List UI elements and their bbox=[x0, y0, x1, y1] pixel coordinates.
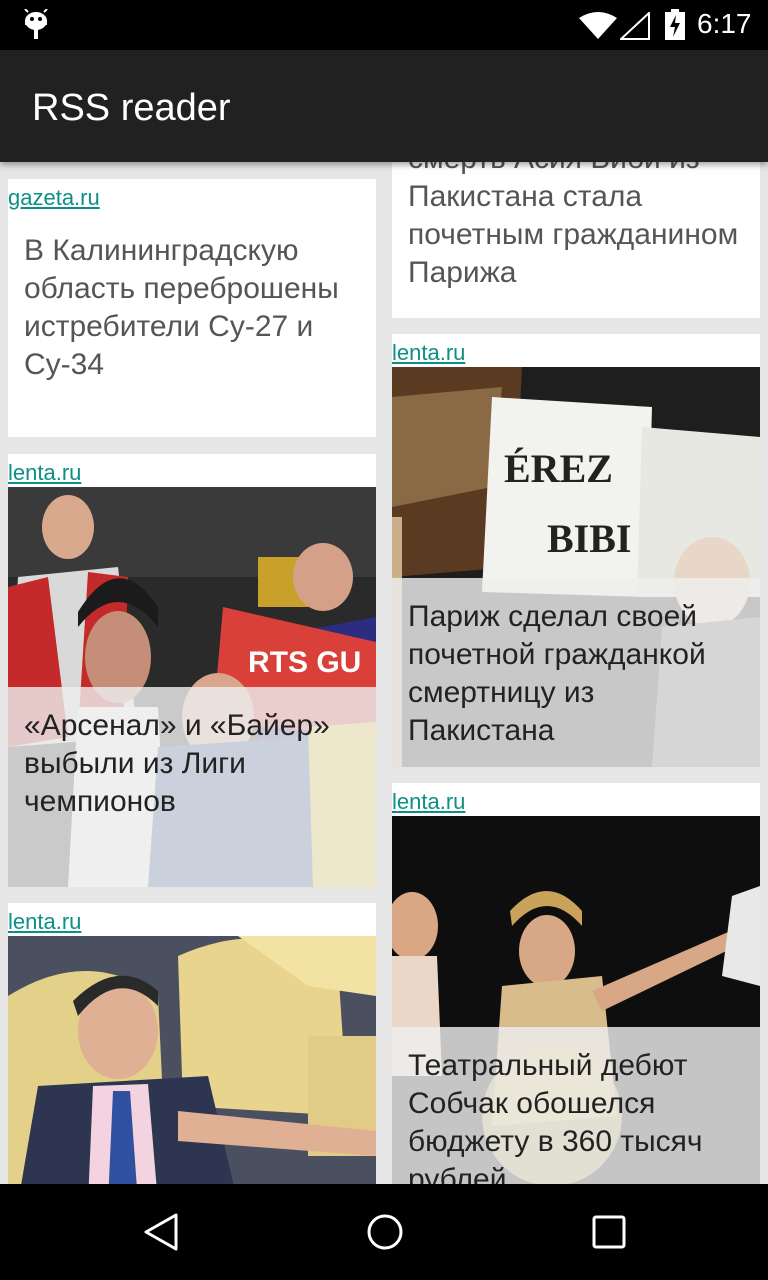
source-link[interactable]: lenta.ru bbox=[8, 909, 81, 935]
android-debug-icon bbox=[24, 9, 48, 39]
navigation-bar bbox=[0, 1184, 768, 1280]
source-link[interactable]: gazeta.ru bbox=[8, 185, 100, 211]
home-icon[interactable] bbox=[366, 1212, 404, 1252]
source-link[interactable]: lenta.ru bbox=[8, 460, 81, 486]
recents-icon[interactable] bbox=[590, 1212, 628, 1252]
feed-card[interactable]: смерть Асия Биби из Пакистана стала поче… bbox=[392, 162, 760, 318]
card-headline: В Калининградскую область переброшены ис… bbox=[24, 234, 339, 381]
card-headline: «Арсенал» и «Байер» выбыли из Лиги чемпи… bbox=[24, 709, 330, 818]
back-icon[interactable] bbox=[142, 1212, 180, 1252]
feed-card[interactable]: lenta.ru Театральный дебют Собчак обошел… bbox=[392, 783, 760, 1184]
source-link[interactable]: lenta.ru bbox=[392, 340, 465, 366]
headline-overlay: Париж сделал своей почетной гражданкой с… bbox=[392, 578, 760, 767]
status-bar: 6:17 bbox=[0, 0, 768, 50]
battery-charging-icon bbox=[665, 9, 685, 40]
wifi-icon bbox=[579, 12, 617, 39]
feed-grid[interactable]: gazeta.ru В Калининградскую область пере… bbox=[0, 162, 768, 1184]
poster-text: ÉREZ bbox=[504, 446, 613, 491]
feed-card[interactable]: gazeta.ru В Калининградскую область пере… bbox=[8, 179, 376, 437]
card-headline: смерть Асия Биби из Пакистана стала поче… bbox=[408, 162, 739, 289]
feed-card[interactable]: lenta.ru ÉREZ BIBI Париж сделал своей по… bbox=[392, 334, 760, 767]
poster-text: BIBI bbox=[547, 516, 632, 561]
headline-overlay: «Арсенал» и «Байер» выбыли из Лиги чемпи… bbox=[8, 687, 376, 887]
status-time: 6:17 bbox=[697, 8, 752, 39]
feed-card[interactable]: lenta.ru bbox=[8, 903, 376, 1184]
card-headline: Театральный дебют Собчак обошелся бюджет… bbox=[408, 1049, 703, 1184]
signal-icon bbox=[620, 12, 650, 40]
app-title: RSS reader bbox=[32, 87, 231, 129]
feed-card[interactable]: lenta.ru RTS GU «Арсенал» и «Байер» выбы… bbox=[8, 454, 376, 887]
svg-text:RTS GU: RTS GU bbox=[248, 646, 361, 679]
headline-overlay: Театральный дебют Собчак обошелся бюджет… bbox=[392, 1027, 760, 1184]
app-bar: RSS reader bbox=[0, 50, 768, 162]
card-image bbox=[8, 936, 376, 1184]
source-link[interactable]: lenta.ru bbox=[392, 789, 465, 815]
card-headline: Париж сделал своей почетной гражданкой с… bbox=[408, 600, 706, 747]
